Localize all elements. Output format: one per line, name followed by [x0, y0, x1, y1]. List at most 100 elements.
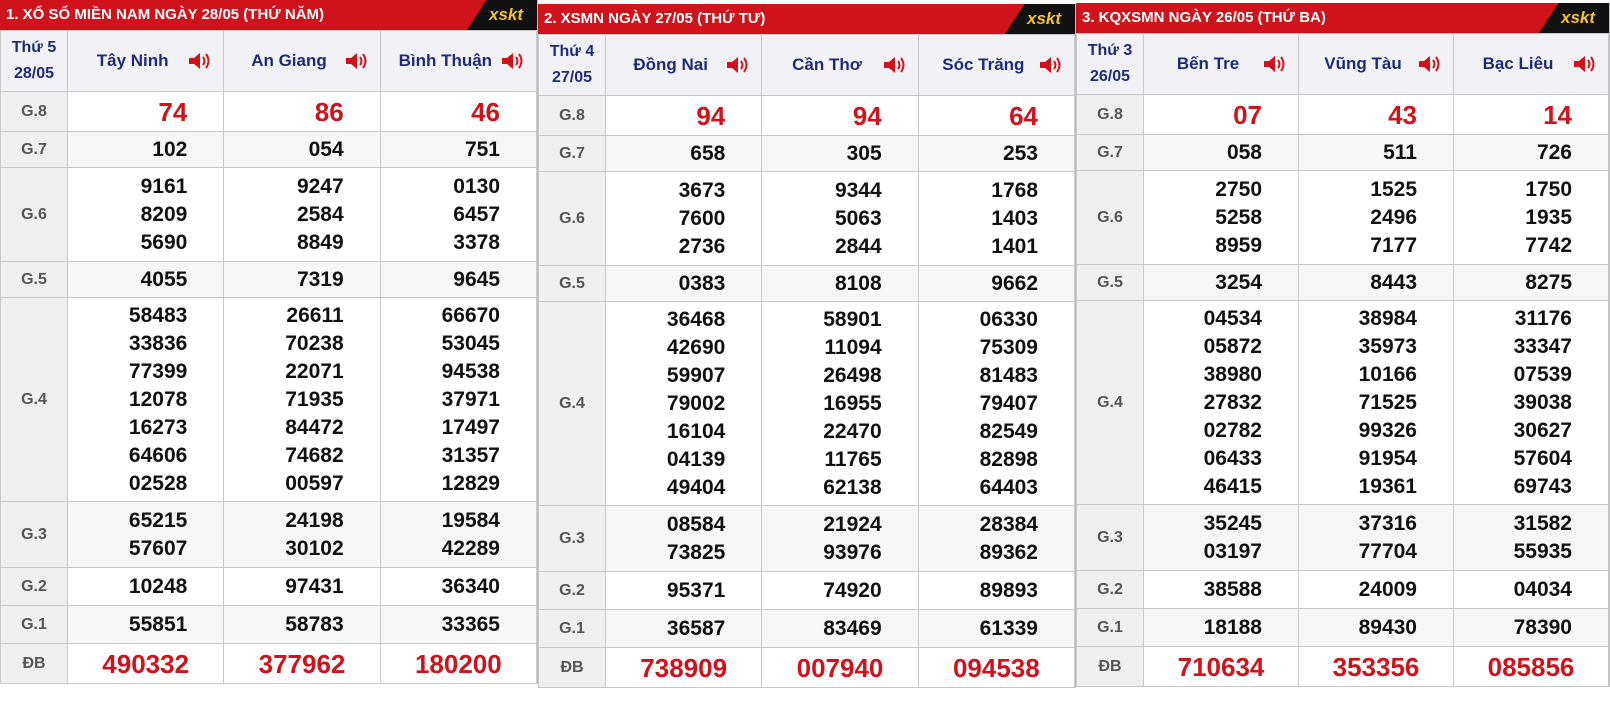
prize-number: 74920: [823, 578, 882, 602]
prize-number: 253: [1002, 141, 1038, 165]
province-name[interactable]: Sóc Trăng: [942, 55, 1050, 75]
prize-label: G.3: [538, 505, 606, 572]
prize-row: G.6 9161 8209 5690 9247 2584 8849 0130 6457 3378: [0, 167, 538, 262]
prize-number: 42690: [666, 335, 726, 359]
results-panel-1: 1. XỔ SỐ MIỀN NAM NGÀY 28/05 (THỨ NĂM) xs…: [0, 0, 538, 684]
prize-cell: 33365: [379, 605, 538, 644]
prize-number: 8849: [296, 230, 344, 254]
panel-header: 3. KQXSMN NGÀY 26/05 (THỨ BA) xskt: [1076, 3, 1609, 33]
speaker-icon[interactable]: [882, 54, 908, 76]
prize-row: G.6 3673 7600 2736 9344 5063 2844 1768 1403 1401: [538, 171, 1076, 266]
prize-cell: 8108: [761, 265, 919, 302]
prize-number: 9662: [991, 271, 1038, 295]
prize-cell: 1750 1935 7742: [1453, 170, 1609, 265]
prize-number: 79002: [666, 391, 726, 415]
prize-number: 75309: [979, 335, 1038, 359]
day-cell: Thứ 5 28/05: [0, 30, 68, 92]
prize-label: G.4: [0, 297, 68, 502]
speaker-icon[interactable]: [1262, 53, 1288, 75]
prize-number: 57604: [1513, 446, 1572, 470]
prize-number: 58483: [128, 303, 188, 327]
prize-number: 55935: [1513, 539, 1572, 563]
xskt-logo: xskt: [1539, 3, 1609, 33]
prize-number: 12078: [128, 387, 188, 411]
prize-number: 03197: [1203, 539, 1262, 563]
province-header-row: Thứ 4 27/05 Đồng Nai Cần Thơ Sóc Trăng: [538, 34, 1076, 96]
prize-number: 64606: [128, 443, 188, 467]
prize-number: 1768: [991, 178, 1038, 202]
panel-title[interactable]: 2. XSMN NGÀY 27/05 (THỨ TƯ): [544, 10, 765, 27]
speaker-icon[interactable]: [1417, 53, 1443, 75]
prize-cell: 94: [604, 95, 763, 136]
province-name[interactable]: Bạc Liêu: [1483, 54, 1580, 74]
prize-number: 95371: [666, 578, 726, 602]
speaker-icon[interactable]: [1572, 53, 1598, 75]
prize-cell: 377962: [223, 643, 381, 684]
prize-number: 094538: [952, 652, 1040, 683]
prize-number: 36587: [666, 616, 726, 640]
prize-number: 46: [471, 96, 500, 127]
speaker-icon[interactable]: [344, 50, 370, 72]
date-label: 27/05: [551, 69, 593, 86]
prize-number: 10166: [1358, 362, 1417, 386]
prize-number: 84472: [285, 415, 344, 439]
prize-number: 93976: [823, 540, 882, 564]
prize-number: 305: [846, 141, 882, 165]
prize-number: 05872: [1203, 334, 1262, 358]
prize-cell: 085856: [1453, 646, 1609, 687]
prize-number: 8108: [834, 271, 882, 295]
prize-number: 16273: [128, 415, 188, 439]
prize-number: 61339: [979, 616, 1038, 640]
prize-number: 24198: [285, 508, 344, 532]
province-name[interactable]: Đồng Nai: [633, 55, 734, 75]
province-name[interactable]: Tây Ninh: [97, 51, 195, 71]
panel-title[interactable]: 3. KQXSMN NGÀY 26/05 (THỨ BA): [1082, 9, 1326, 26]
speaker-icon[interactable]: [1038, 54, 1064, 76]
prize-number: 11765: [824, 447, 882, 471]
prize-cell: 8275: [1453, 264, 1609, 301]
prize-number: 38980: [1203, 362, 1262, 386]
prize-number: 353356: [1332, 651, 1420, 682]
panel-title[interactable]: 1. XỔ SỐ MIỀN NAM NGÀY 28/05 (THỨ NĂM): [6, 6, 324, 23]
prize-cell: 36587: [604, 609, 763, 648]
province-name[interactable]: Vũng Tàu: [1324, 54, 1427, 74]
speaker-icon[interactable]: [725, 54, 751, 76]
prize-label: G.3: [0, 501, 68, 568]
prize-cell: 94: [761, 95, 919, 136]
prize-number: 94: [852, 100, 882, 131]
prize-cell: 9662: [917, 265, 1076, 302]
prize-cell: 058: [1143, 134, 1299, 171]
prize-row: ĐB 490332 377962 180200: [0, 643, 538, 684]
prize-number: 738909: [640, 652, 728, 683]
prize-row: G.6 2750 5258 8959 1525 2496 7177 1750 1935 7742: [1076, 170, 1609, 265]
prize-cell: 64: [917, 95, 1076, 136]
prize-number: 36468: [666, 307, 726, 331]
prize-label: G.4: [538, 301, 606, 506]
xskt-logo: xskt: [467, 0, 537, 30]
prize-number: 17497: [441, 415, 500, 439]
speaker-icon[interactable]: [500, 50, 526, 72]
speaker-icon[interactable]: [187, 50, 213, 72]
prize-cell: 2750 5258 8959: [1143, 170, 1299, 265]
weekday-label: Thứ 3: [1087, 42, 1133, 59]
prize-cell: 65215 57607: [66, 501, 225, 568]
prize-row: G.1 36587 83469 61339: [538, 609, 1076, 648]
prize-cell: 07: [1143, 94, 1299, 135]
prize-number: 02528: [128, 471, 188, 495]
prize-number: 04139: [666, 447, 726, 471]
prize-number: 26611: [286, 303, 344, 327]
prize-number: 83469: [823, 616, 882, 640]
prize-row: G.8 94 94 64: [538, 95, 1076, 136]
province-name[interactable]: Bến Tre: [1177, 54, 1265, 74]
prize-cell: 9161 8209 5690: [66, 167, 225, 262]
prize-cell: 46: [379, 91, 538, 132]
prize-number: 102: [152, 137, 188, 161]
prize-number: 82898: [979, 447, 1038, 471]
province-name[interactable]: Cần Thơ: [792, 55, 888, 75]
prize-number: 085856: [1487, 651, 1575, 682]
prize-number: 79407: [979, 391, 1038, 415]
prize-cell: 37316 77704: [1298, 504, 1454, 571]
prize-label: G.7: [538, 135, 606, 172]
prize-number: 7742: [1525, 233, 1572, 257]
province-name[interactable]: An Giang: [251, 51, 353, 71]
